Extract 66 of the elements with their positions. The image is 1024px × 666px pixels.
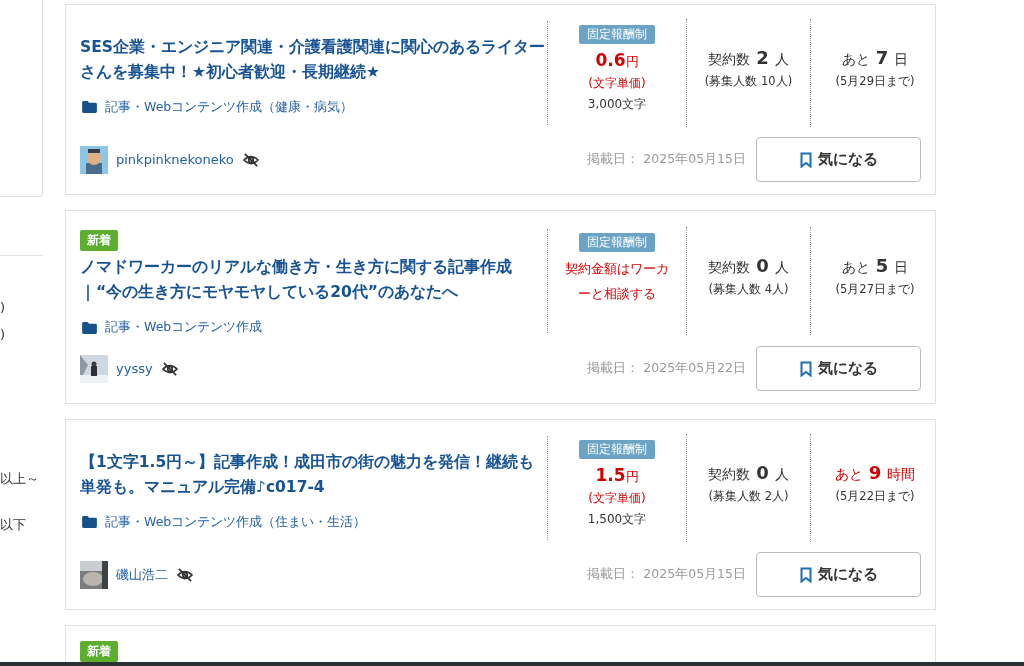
bookmark-button[interactable]: 気になる [756, 137, 921, 182]
username-link[interactable]: yyssy [116, 361, 153, 376]
contracts-count: 2 [756, 47, 769, 68]
contracts-label: 契約数 [708, 466, 751, 484]
contracts-unit: 人 [774, 258, 789, 277]
contracts-unit: 人 [774, 466, 789, 484]
currency-unit: 円 [625, 469, 639, 484]
contracts-count: 0 [756, 462, 769, 483]
bookmark-button[interactable]: 気になる [756, 346, 921, 391]
deadline-prefix: あと [841, 51, 870, 69]
contracts-count: 0 [756, 254, 769, 276]
contracts-label: 契約数 [708, 258, 751, 277]
hidden-eye-icon[interactable] [176, 567, 194, 582]
username-link[interactable]: 磯山浩二 [116, 565, 168, 584]
bookmark-button[interactable]: 気になる [756, 552, 921, 597]
folder-icon [82, 321, 97, 334]
filter-option-label[interactable]: 以上～ [0, 470, 43, 488]
character-count: 1,500文字 [587, 511, 647, 528]
filter-option-label[interactable]: ) [0, 300, 43, 315]
hidden-eye-icon[interactable] [241, 152, 260, 167]
pay-amount: 0.6 [595, 50, 626, 70]
contracts-label: 契約数 [708, 51, 751, 69]
pay-note: (文字単価) [588, 490, 646, 507]
category-link[interactable]: 記事・Webコンテンツ作成 [105, 319, 263, 336]
recruit-count: (募集人数 4人) [708, 281, 789, 297]
deadline-unit: 日 [894, 258, 909, 277]
pay-type-badge: 固定報酬制 [579, 232, 655, 252]
recruit-count: (募集人数 2人) [708, 489, 789, 504]
bookmark-icon [799, 360, 812, 377]
deadline-date: (5月22日まで) [835, 489, 915, 504]
character-count: 3,000文字 [587, 96, 647, 113]
currency-unit: 円 [625, 54, 639, 69]
deadline-prefix: あと [834, 466, 863, 484]
deadline-unit: 時間 [887, 466, 916, 484]
new-badge: 新着 [80, 641, 118, 662]
contracts-unit: 人 [774, 51, 789, 69]
deadline-unit: 日 [894, 51, 909, 69]
deadline-value: 7 [875, 47, 889, 68]
posted-date: 掲載日： 2025年05月22日 [587, 360, 746, 377]
pay-type-badge: 固定報酬制 [579, 440, 655, 459]
deadline-value: 5 [875, 254, 889, 276]
job-title-link[interactable]: 【1文字1.5円～】記事作成！成田市の街の魅力を発信！継続も単発も。マニュアル完備♪c017-4 [80, 449, 547, 500]
deadline-prefix: あと [841, 258, 870, 277]
deadline-date: (5月29日まで) [835, 74, 915, 89]
deadline-value: 9 [868, 462, 882, 483]
filter-option-label[interactable]: 以下 [0, 516, 43, 534]
pay-consult-text: 契約金額はワーカーと相談する [564, 259, 670, 303]
folder-icon [82, 101, 97, 113]
hidden-eye-icon[interactable] [160, 361, 179, 376]
job-title-link[interactable]: ノマドワーカーのリアルな働き方・生き方に関する記事作成｜“今の生き方にモヤモヤしている20代”のあなたへ [80, 255, 547, 305]
pay-type-badge: 固定報酬制 [579, 25, 655, 44]
bookmark-icon [799, 151, 812, 168]
category-link[interactable]: 記事・Webコンテンツ作成（住まい・生活） [105, 513, 367, 531]
pay-note: (文字単価) [588, 75, 646, 92]
bookmark-icon [799, 566, 812, 583]
new-badge: 新着 [80, 230, 118, 251]
pay-amount: 1.5 [595, 465, 626, 485]
username-link[interactable]: pinkpinknekoneko [116, 152, 234, 167]
job-title-link[interactable]: SES企業・エンジニア関連・介護看護関連に関心のあるライターさんを募集中！★初心者歓迎・長期継続★ [80, 34, 547, 85]
deadline-date: (5月27日まで) [835, 281, 915, 297]
folder-icon [82, 516, 97, 528]
category-link[interactable]: 記事・Webコンテンツ作成（健康・病気） [105, 98, 354, 116]
recruit-count: (募集人数 10人) [704, 74, 793, 89]
posted-date: 掲載日： 2025年05月15日 [587, 566, 746, 583]
posted-date: 掲載日： 2025年05月15日 [587, 151, 746, 168]
filter-option-label[interactable]: ) [0, 327, 43, 342]
